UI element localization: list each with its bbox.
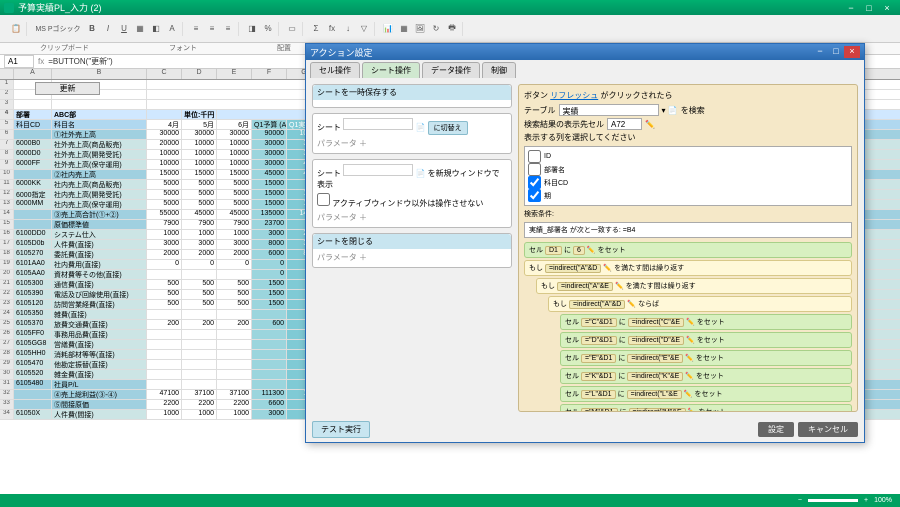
percent-icon[interactable]: % xyxy=(261,22,275,36)
sum-icon[interactable]: Σ xyxy=(309,22,323,36)
ribbon-toolbar: 📋 MS Pゴシック B I U ▦ ◧ A ≡ ≡ ≡ ◨ % ▭ Σ fx … xyxy=(0,15,900,43)
font-select[interactable]: MS Pゴシック xyxy=(33,22,83,36)
dialog-tabs: セル操作 シート操作 データ操作 制御 xyxy=(306,60,864,78)
card-new-window[interactable]: シート 📄 を新規ウィンドウで表示 アクティブウィンドウ以外は操作させない パラ… xyxy=(312,159,512,228)
fx-icon[interactable]: fx xyxy=(325,22,339,36)
column-checklist: ID 部署名 科目CD 期 xyxy=(524,146,852,206)
cancel-button[interactable]: キャンセル xyxy=(798,422,858,437)
dialog-minimize[interactable]: − xyxy=(812,46,828,58)
search-condition[interactable]: 実績_部署名 が次と一致する: =B4 xyxy=(524,222,852,238)
dialog-footer: テスト実行 設定 キャンセル xyxy=(306,418,864,440)
app-icon xyxy=(4,3,14,13)
sheet-input[interactable] xyxy=(343,118,413,130)
check-item[interactable]: 部署名 xyxy=(528,163,848,176)
action-block[interactable]: セル ="C"&D1 に =indirect("C"&E ✏️ をセット xyxy=(560,314,852,330)
table-icon[interactable]: ▦ xyxy=(397,22,411,36)
sheet-input-2[interactable] xyxy=(343,164,413,176)
align-left-icon[interactable]: ≡ xyxy=(189,22,203,36)
table-select[interactable]: 実績 xyxy=(559,104,659,116)
merge-icon[interactable]: ▭ xyxy=(285,22,299,36)
ok-button[interactable]: 設定 xyxy=(758,422,794,437)
bold-icon[interactable]: B xyxy=(85,22,99,36)
close-button[interactable]: × xyxy=(878,2,896,14)
minimize-button[interactable]: − xyxy=(842,2,860,14)
align-right-icon[interactable]: ≡ xyxy=(221,22,235,36)
check-item[interactable]: ID xyxy=(528,150,848,163)
dialog-title: アクション設定 xyxy=(310,46,373,59)
action-block[interactable]: セル ="L"&D1 に =indirect("L"&E ✏️ をセット xyxy=(560,386,852,402)
tab-data-op[interactable]: データ操作 xyxy=(422,62,480,78)
zoom-out[interactable]: − xyxy=(798,497,802,504)
status-bar: − + 100% xyxy=(0,494,900,507)
paste-icon[interactable]: 📋 xyxy=(9,22,23,36)
result-cell-input[interactable]: A72 xyxy=(607,118,642,130)
zoom-level: 100% xyxy=(874,497,892,504)
tab-sheet-op[interactable]: シート操作 xyxy=(362,62,420,78)
dialog-maximize[interactable]: □ xyxy=(828,46,844,58)
maximize-button[interactable]: □ xyxy=(860,2,878,14)
chart-icon[interactable]: 📊 xyxy=(381,22,395,36)
fx-label: fx xyxy=(38,57,44,66)
action-block[interactable]: もし =indirect("A"&D ✏️ を満たす間は繰り返す xyxy=(524,260,852,276)
cell-reference[interactable]: A1 xyxy=(4,55,34,68)
filter-icon[interactable]: ▽ xyxy=(357,22,371,36)
window-title: 予算実績PL_入力 (2) xyxy=(18,1,102,14)
zoom-in[interactable]: + xyxy=(864,497,868,504)
check-item[interactable]: 期 xyxy=(528,189,848,202)
action-block[interactable]: セル ="M"&D1 に =indirect("M"&E ✏️ をセット xyxy=(560,404,852,412)
italic-icon[interactable]: I xyxy=(101,22,115,36)
action-block[interactable]: セル ="K"&D1 に =indirect("K"&E ✏️ をセット xyxy=(560,368,852,384)
zoom-slider[interactable] xyxy=(808,499,858,502)
window-titlebar: 予算実績PL_入力 (2) − □ × xyxy=(0,0,900,15)
card-close-sheet[interactable]: シートを閉じる パラメータ ＋ xyxy=(312,233,512,268)
print-icon[interactable]: 🖶 xyxy=(445,22,459,36)
action-block[interactable]: もし =indirect("A"&E ✏️ を満たす間は繰り返す xyxy=(536,278,852,294)
update-button[interactable]: 更新 xyxy=(35,82,100,95)
test-run-button[interactable]: テスト実行 xyxy=(312,421,370,438)
align-center-icon[interactable]: ≡ xyxy=(205,22,219,36)
action-block[interactable]: もし =indirect("A"&D ✏️ ならば xyxy=(548,296,852,312)
color-icon[interactable]: A xyxy=(165,22,179,36)
underline-icon[interactable]: U xyxy=(117,22,131,36)
tab-control[interactable]: 制御 xyxy=(482,62,516,78)
dialog-titlebar[interactable]: アクション設定 − □ × xyxy=(306,44,864,60)
format-icon[interactable]: ◨ xyxy=(245,22,259,36)
switch-button[interactable]: に切替え xyxy=(428,121,468,135)
fill-icon[interactable]: ◧ xyxy=(149,22,163,36)
sort-icon[interactable]: ↓ xyxy=(341,22,355,36)
image-icon[interactable]: 🖼 xyxy=(413,22,427,36)
action-settings-dialog: アクション設定 − □ × セル操作 シート操作 データ操作 制御 シートを一時… xyxy=(305,43,865,443)
dialog-close[interactable]: × xyxy=(844,46,860,58)
action-block[interactable]: セル D1 に 6 ✏️ をセット xyxy=(524,242,852,258)
dialog-left-panel: シートを一時保存する シート 📄 に切替え パラメータ ＋ シート 📄 を新規ウ… xyxy=(312,84,512,412)
tab-cell-op[interactable]: セル操作 xyxy=(310,62,360,78)
card-switch-sheet[interactable]: シート 📄 に切替え パラメータ ＋ xyxy=(312,113,512,154)
action-block[interactable]: セル ="D"&D1 に =indirect("D"&E ✏️ をセット xyxy=(560,332,852,348)
active-only-check[interactable] xyxy=(317,193,330,206)
refresh-icon[interactable]: ↻ xyxy=(429,22,443,36)
dialog-right-panel: ボタン リフレッシュ がクリックされたら テーブル 実績 ▾ 📄 を検索 検索結… xyxy=(518,84,858,412)
action-block[interactable]: セル ="E"&D1 に =indirect("E"&E ✏️ をセット xyxy=(560,350,852,366)
border-icon[interactable]: ▦ xyxy=(133,22,147,36)
refresh-link[interactable]: リフレッシュ xyxy=(550,91,598,100)
check-item[interactable]: 科目CD xyxy=(528,176,848,189)
card-save-sheet[interactable]: シートを一時保存する xyxy=(312,84,512,108)
